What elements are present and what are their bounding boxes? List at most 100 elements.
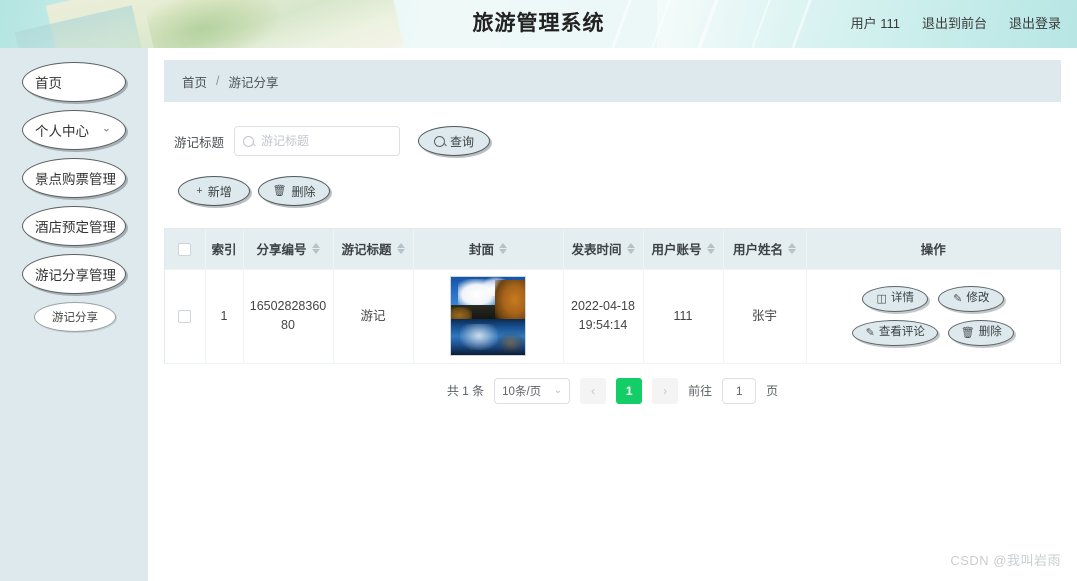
sidebar-item-label: 游记分享管理 [35,264,116,284]
add-button-label: 新增 [208,183,232,200]
pagination: 共 1 条 10条/页 ⌄ ‹ 1 › 前往 页 [164,378,1061,404]
row-delete-button[interactable]: 🗑 删除 [948,320,1014,346]
search-input[interactable] [259,133,391,149]
share-id-part2: 0 [288,318,295,332]
select-all-checkbox[interactable] [178,243,191,256]
sidebar-item-travel-share-management[interactable]: 游记分享管理 [22,254,126,294]
search-form: 游记标题 查询 [164,126,1061,156]
page-unit-label: 页 [766,382,778,399]
search-icon [243,136,254,147]
sidebar-item-label: 个人中心 [35,120,89,140]
delete-button-label: 删除 [291,183,315,200]
row-view-comments-label: 查看评论 [879,324,925,341]
column-user-account[interactable]: 用户账号 [643,229,723,269]
table-body: 1 1650282836080 游记 [165,269,1060,363]
logout-link[interactable]: 退出登录 [1009,0,1061,48]
breadcrumb: 首页 / 游记分享 [164,60,1061,102]
sort-icon[interactable] [499,243,507,254]
row-edit-button[interactable]: ✎ 修改 [938,286,1004,312]
row-detail-button[interactable]: ◫ 详情 [862,286,928,312]
row-checkbox[interactable] [178,310,191,323]
sidebar-item-home[interactable]: 首页 [22,62,126,102]
sidebar-menu: 首页 个人中心 ⌄ 景点购票管理 酒店预定管理 游记分享管理 游记分享 [0,48,148,332]
sidebar-item-label: 酒店预定管理 [35,216,116,236]
edit-icon: ✎ [866,328,875,339]
sidebar-item-travel-share[interactable]: 游记分享 [34,302,116,332]
column-operation: 操作 [806,229,1060,269]
column-title[interactable]: 游记标题 [333,229,413,269]
table-head: 索引 分享编号 游记标题 [165,229,1060,269]
column-publish-time[interactable]: 发表时间 [563,229,643,269]
add-button[interactable]: + 新增 [178,176,250,206]
sidebar-item-attraction-ticket-management[interactable]: 景点购票管理 [22,158,126,198]
table-header-row: 索引 分享编号 游记标题 [165,229,1060,269]
page-size-select[interactable]: 10条/页 ⌄ [494,378,570,404]
cell-share-id: 1650282836080 [243,269,333,363]
thumb-autumn-trees [495,280,526,324]
cell-title: 游记 [333,269,413,363]
breadcrumb-home[interactable]: 首页 [182,72,207,91]
sort-icon[interactable] [788,243,796,254]
data-table: 索引 分享编号 游记标题 [165,229,1060,364]
column-header-label: 发表时间 [571,239,621,258]
main-content: 首页 / 游记分享 游记标题 查询 + 新增 🗑 删除 [148,48,1077,581]
toolbar: + 新增 🗑 删除 [164,176,1061,206]
goto-page-input[interactable] [722,378,756,404]
search-button-label: 查询 [450,133,474,150]
column-cover[interactable]: 封面 [413,229,563,269]
sidebar-submenu: 游记分享 [0,302,148,332]
search-field-label: 游记标题 [174,132,224,151]
app-header: 旅游管理系统 用户 111 退出到前台 退出登录 [0,0,1077,48]
sidebar: 首页 个人中心 ⌄ 景点购票管理 酒店预定管理 游记分享管理 游记分享 [0,48,148,581]
column-header-label: 索引 [211,239,236,258]
sidebar-item-label: 首页 [35,72,62,92]
trash-icon: 🗑 [961,328,975,339]
column-header-label: 封面 [469,239,494,258]
row-edit-label: 修改 [966,290,989,307]
next-page-button[interactable]: › [652,378,678,404]
sort-icon[interactable] [627,243,635,254]
current-user-label: 用户 111 [851,0,900,48]
search-icon [434,136,445,147]
select-all-header [165,229,205,269]
sort-icon[interactable] [312,243,320,254]
column-header-label: 用户姓名 [733,239,783,258]
column-share-id[interactable]: 分享编号 [243,229,333,269]
cell-user-name: 张宇 [723,269,806,363]
prev-page-button[interactable]: ‹ [580,378,606,404]
sidebar-item-label: 景点购票管理 [35,168,116,188]
breadcrumb-separator: / [216,74,219,88]
delete-button[interactable]: 🗑 删除 [258,176,330,206]
publish-clock: 19:54:14 [570,316,637,335]
exit-to-frontend-link[interactable]: 退出到前台 [922,0,987,48]
data-table-wrapper: 索引 分享编号 游记标题 [164,228,1061,364]
sidebar-item-personal-center[interactable]: 个人中心 ⌄ [22,110,126,150]
row-delete-label: 删除 [979,324,1002,341]
thumb-reflection [498,333,523,353]
cell-operations: ◫ 详情 ✎ 修改 ✎ 查看评论 [806,269,1060,363]
sort-icon[interactable] [397,243,405,254]
cell-publish-time: 2022-04-18 19:54:14 [563,269,643,363]
cover-thumbnail-image[interactable] [450,276,526,356]
column-header-label: 操作 [921,239,946,258]
row-select-cell [165,269,205,363]
search-button[interactable]: 查询 [418,126,490,156]
breadcrumb-current: 游记分享 [229,72,279,91]
table-row: 1 1650282836080 游记 [165,269,1060,363]
watermark: CSDN @我叫岩雨 [950,550,1061,569]
cell-user-account: 111 [643,269,723,363]
search-input-wrapper[interactable] [234,126,400,156]
sidebar-item-label: 游记分享 [52,309,98,325]
cell-index: 1 [205,269,243,363]
sort-icon[interactable] [707,243,715,254]
column-header-label: 分享编号 [256,239,306,258]
row-view-comments-button[interactable]: ✎ 查看评论 [852,320,938,346]
page-number-1[interactable]: 1 [616,378,642,404]
plus-icon: + [196,186,202,197]
row-detail-label: 详情 [891,290,914,307]
chevron-down-icon: ⌄ [554,385,562,396]
total-count-label: 共 1 条 [447,382,484,399]
column-user-name[interactable]: 用户姓名 [723,229,806,269]
sidebar-item-hotel-booking-management[interactable]: 酒店预定管理 [22,206,126,246]
header-user-actions: 用户 111 退出到前台 退出登录 [851,0,1061,48]
